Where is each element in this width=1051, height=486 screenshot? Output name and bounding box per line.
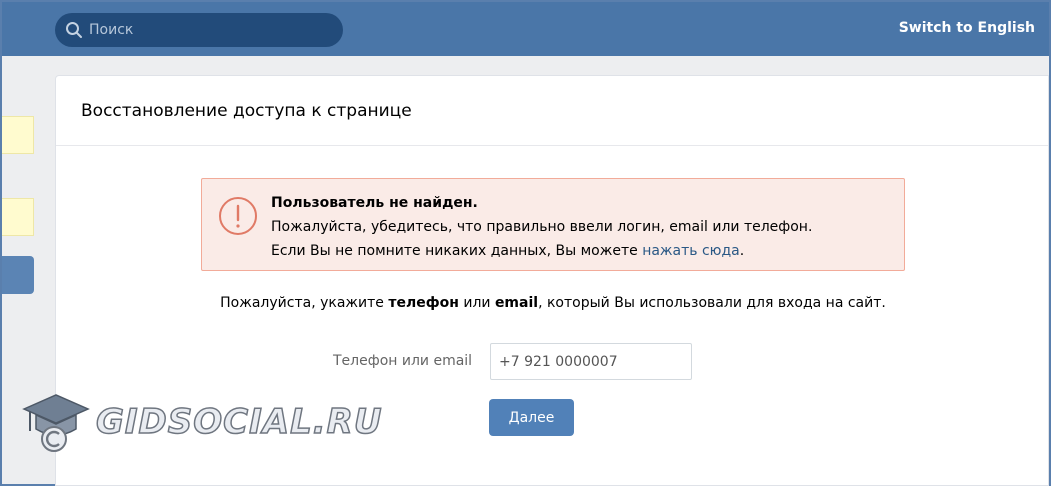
watermark-text: GIDSOCIAL.RU xyxy=(95,401,383,443)
instruction-phone-bold: телефон xyxy=(388,295,459,311)
card-header: Восстановление доступа к странице xyxy=(56,76,1048,146)
error-message-box: Пользователь не найден. Пожалуйста, убед… xyxy=(201,178,905,271)
instruction-part-2: или xyxy=(458,295,495,311)
error-line-2-prefix: Если Вы не помните никаких данных, Вы мо… xyxy=(271,243,643,259)
error-line-1: Пожалуйста, убедитесь, что правильно вве… xyxy=(271,219,813,235)
graduation-cap-icon xyxy=(22,394,90,452)
instruction-part-3: , который Вы использовали для входа на с… xyxy=(538,295,886,311)
error-line-2-suffix: . xyxy=(739,243,745,259)
error-line-2: Если Вы не помните никаких данных, Вы мо… xyxy=(271,239,812,263)
search-input[interactable] xyxy=(89,22,319,38)
exclamation-circle-icon xyxy=(219,197,257,235)
sidebar-highlight-item[interactable] xyxy=(2,116,34,154)
sidebar-active-item[interactable] xyxy=(2,256,34,294)
top-header-bar: Switch to English xyxy=(2,2,1049,56)
watermark: GIDSOCIAL.RU xyxy=(20,387,382,457)
sidebar-highlight-item[interactable] xyxy=(2,198,34,236)
next-button[interactable]: Далее xyxy=(489,399,574,436)
search-icon xyxy=(66,22,82,38)
click-here-link[interactable]: нажать сюда xyxy=(642,243,740,259)
phone-email-label: Телефон или email xyxy=(333,353,473,369)
instruction-email-bold: email xyxy=(494,295,539,311)
page-title: Восстановление доступа к странице xyxy=(81,100,412,121)
error-text: Пользователь не найден. Пожалуйста, убед… xyxy=(271,191,812,263)
instruction-part-1: Пожалуйста, укажите xyxy=(220,295,389,311)
error-title: Пользователь не найден. xyxy=(271,195,478,211)
instruction-text: Пожалуйста, укажите телефон или email, к… xyxy=(56,295,1050,311)
switch-language-link[interactable]: Switch to English xyxy=(899,20,1035,36)
search-box[interactable] xyxy=(55,13,343,47)
phone-email-input[interactable] xyxy=(490,343,692,380)
